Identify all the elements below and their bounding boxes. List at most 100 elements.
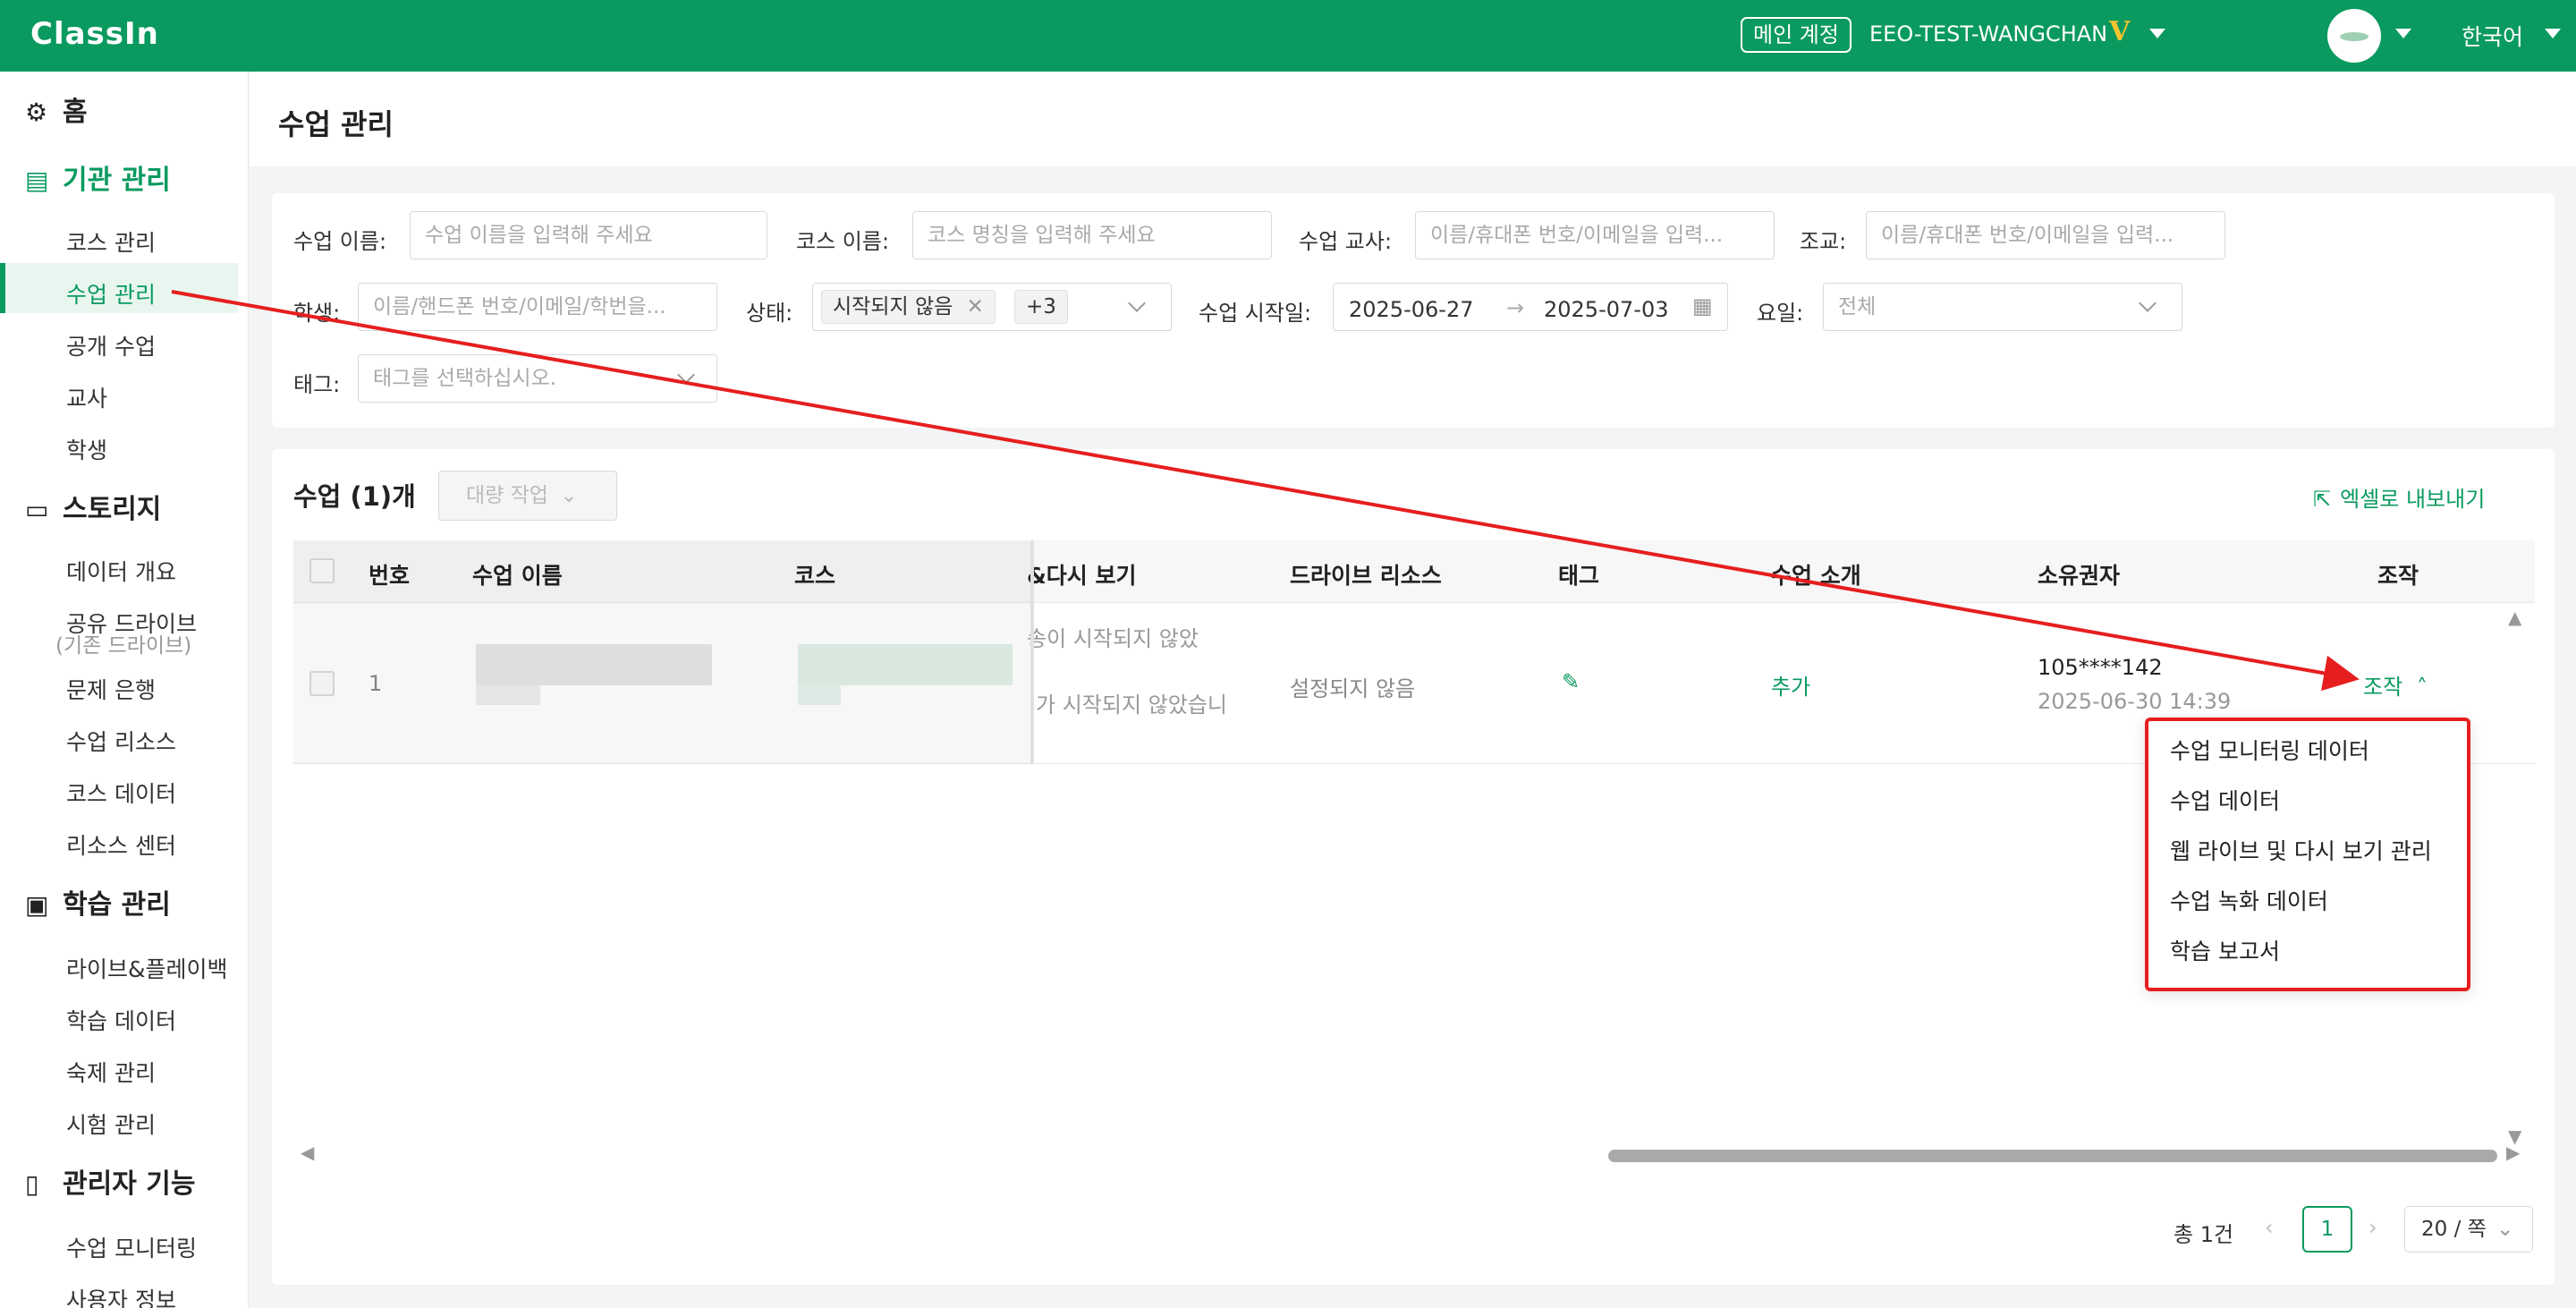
sidebar-item-homework[interactable]: 숙제 관리 bbox=[66, 1056, 156, 1088]
sidebar-item-resource-center[interactable]: 리소스 센터 bbox=[66, 828, 176, 861]
col-action: 조작 bbox=[2377, 563, 2419, 589]
admin-icon: ▯ bbox=[25, 1169, 39, 1199]
sidebar-item-legacy-drive: (기존 드라이브) bbox=[55, 634, 192, 658]
sidebar-item-lesson-monitoring[interactable]: 수업 모니터링 bbox=[66, 1231, 197, 1263]
menu-item-lesson-data[interactable]: 수업 데이터 bbox=[2170, 784, 2280, 816]
sidebar-item-open-lesson[interactable]: 공개 수업 bbox=[66, 329, 156, 361]
lesson-name-label: 수업 이름: bbox=[293, 229, 387, 254]
start-date-to[interactable]: 2025-07-03 bbox=[1544, 297, 1668, 322]
chevron-down-icon: ⌄ bbox=[2496, 1218, 2514, 1241]
page-title: 수업 관리 bbox=[278, 107, 394, 141]
filter-panel: 수업 이름: 수업 이름을 입력해 주세요 코스 이름: 코스 명칭을 입력해 … bbox=[272, 193, 2555, 428]
chevron-down-icon: ⌄ bbox=[560, 484, 578, 507]
status-label: 상태: bbox=[746, 301, 793, 326]
fixed-columns-shadow bbox=[293, 540, 1034, 764]
prev-page-icon[interactable]: ‹ bbox=[2265, 1215, 2274, 1240]
export-icon: ⇱ bbox=[2313, 487, 2332, 512]
page-size-select[interactable]: 20 / 쪽 ⌄ bbox=[2404, 1206, 2533, 1253]
student-label: 학생: bbox=[293, 301, 341, 326]
scrollbar-thumb[interactable] bbox=[1608, 1150, 2497, 1162]
replay-status-1: 송이 시작되지 않았 bbox=[1027, 626, 1199, 651]
page-header: 수업 관리 bbox=[250, 72, 2576, 166]
owner-id: 105****142 bbox=[2038, 655, 2163, 680]
col-tag: 태그 bbox=[1558, 563, 1600, 589]
scroll-left-icon[interactable]: ◀ bbox=[301, 1142, 314, 1163]
status-chip[interactable]: 시작되지 않음 ✕ bbox=[821, 290, 996, 324]
id-card-icon: ▣ bbox=[25, 890, 49, 920]
sidebar-item-data-overview[interactable]: 데이터 개요 bbox=[66, 555, 176, 587]
action-toggle[interactable]: 조작 ˄ bbox=[2363, 669, 2428, 701]
course-name-input[interactable]: 코스 명칭을 입력해 주세요 bbox=[912, 211, 1272, 259]
sidebar-home[interactable]: ⚙ 홈 bbox=[25, 89, 88, 129]
classin-logo[interactable]: ClassIn bbox=[30, 16, 159, 52]
course-name-label: 코스 이름: bbox=[796, 229, 890, 254]
sidebar-group-learning[interactable]: ▣ 학습 관리 bbox=[25, 882, 171, 922]
teacher-label: 수업 교사: bbox=[1299, 229, 1393, 254]
menu-item-recording-data[interactable]: 수업 녹화 데이터 bbox=[2170, 884, 2328, 916]
lesson-name-input[interactable]: 수업 이름을 입력해 주세요 bbox=[410, 211, 767, 259]
sidebar-item-exam[interactable]: 시험 관리 bbox=[66, 1108, 156, 1140]
sidebar-item-live-playback[interactable]: 라이브&플레이백 bbox=[66, 952, 228, 984]
next-page-icon[interactable]: › bbox=[2368, 1215, 2377, 1240]
sidebar-item-user-info[interactable]: 사용자 정보 bbox=[66, 1283, 176, 1308]
account-name[interactable]: EEO-TEST-WANGCHAN bbox=[1869, 21, 2107, 47]
pagination-total: 총 1건 bbox=[2174, 1222, 2234, 1247]
sidebar-item-course-data[interactable]: 코스 데이터 bbox=[66, 777, 176, 809]
scroll-right-icon[interactable]: ▶ bbox=[2506, 1142, 2520, 1163]
sidebar-item-teacher[interactable]: 교사 bbox=[66, 381, 107, 413]
teacher-input[interactable]: 이름/휴대폰 번호/이메일을 입력... bbox=[1415, 211, 1775, 259]
start-date-from[interactable]: 2025-06-27 bbox=[1349, 297, 1473, 322]
sidebar-item-question-bank[interactable]: 문제 은행 bbox=[66, 673, 156, 705]
language-selector[interactable]: 한국어 bbox=[2462, 20, 2523, 52]
sidebar-item-course[interactable]: 코스 관리 bbox=[66, 225, 156, 258]
col-replay: &다시 보기 bbox=[1027, 563, 1137, 589]
calendar-icon[interactable]: ▦ bbox=[1692, 293, 1713, 319]
scroll-up-icon[interactable]: ▲ bbox=[2508, 607, 2521, 628]
student-input[interactable]: 이름/핸드폰 번호/이메일/학번을... bbox=[358, 283, 717, 331]
export-excel-link[interactable]: ⇱ 엑셀로 내보내기 bbox=[2313, 481, 2485, 513]
sidebar-item-lesson-resource[interactable]: 수업 리소스 bbox=[66, 725, 176, 757]
chip-close-icon[interactable]: ✕ bbox=[967, 295, 984, 319]
col-drive-resource: 드라이브 리소스 bbox=[1290, 563, 1442, 589]
chevron-up-icon: ˄ bbox=[2416, 675, 2428, 700]
menu-item-monitoring-data[interactable]: 수업 모니터링 데이터 bbox=[2170, 734, 2369, 766]
weekday-label: 요일: bbox=[1757, 301, 1804, 326]
bulk-action-button[interactable]: 대량 작업 ⌄ bbox=[438, 471, 617, 521]
folder-icon: ▭ bbox=[25, 495, 49, 524]
sidebar: ⚙ 홈 ▤ 기관 관리 코스 관리 수업 관리 공개 수업 교사 학생 ▭ 스토리지 … bbox=[0, 72, 249, 1308]
start-date-label: 수업 시작일: bbox=[1199, 301, 1312, 326]
status-more-chip: +3 bbox=[1014, 290, 1068, 324]
tag-select[interactable]: 태그를 선택하십시오. bbox=[358, 354, 717, 403]
lesson-count-title: 수업 (1)개 bbox=[293, 481, 416, 512]
drive-status: 설정되지 않음 bbox=[1290, 676, 1416, 701]
sidebar-group-org[interactable]: ▤ 기관 관리 bbox=[25, 157, 171, 197]
date-arrow: → bbox=[1506, 295, 1525, 320]
col-intro: 수업 소개 bbox=[1771, 563, 1861, 589]
sidebar-group-storage[interactable]: ▭ 스토리지 bbox=[25, 487, 161, 526]
col-owner: 소유권자 bbox=[2038, 563, 2121, 589]
add-intro-link[interactable]: 추가 bbox=[1771, 669, 1810, 701]
dashboard-icon: ⚙ bbox=[25, 98, 48, 127]
avatar-dropdown-icon[interactable] bbox=[2395, 29, 2411, 38]
tag-label: 태그: bbox=[293, 372, 341, 397]
sidebar-item-learning-data[interactable]: 학습 데이터 bbox=[66, 1004, 176, 1036]
calendar-icon: ▤ bbox=[25, 166, 49, 195]
menu-item-learning-report[interactable]: 학습 보고서 bbox=[2170, 934, 2280, 966]
vip-icon: V bbox=[2109, 16, 2131, 47]
assistant-input[interactable]: 이름/휴대폰 번호/이메일을 입력... bbox=[1866, 211, 2225, 259]
menu-item-web-live-replay[interactable]: 웹 라이브 및 다시 보기 관리 bbox=[2170, 834, 2432, 866]
sidebar-group-admin[interactable]: ▯ 관리자 기능 bbox=[25, 1161, 195, 1201]
main-account-badge: 메인 계정 bbox=[1741, 17, 1852, 53]
weekday-select[interactable]: 전체 bbox=[1823, 283, 2182, 331]
page-1-button[interactable]: 1 bbox=[2302, 1206, 2352, 1253]
avatar[interactable] bbox=[2327, 9, 2381, 63]
edit-tag-icon[interactable]: ✎ bbox=[1562, 669, 1580, 694]
horizontal-scrollbar[interactable]: ◀ ▶ bbox=[293, 1142, 2521, 1165]
owner-time: 2025-06-30 14:39 bbox=[2038, 689, 2232, 714]
sidebar-item-student[interactable]: 학생 bbox=[66, 433, 107, 465]
language-dropdown-icon[interactable] bbox=[2545, 29, 2561, 38]
sidebar-item-lesson[interactable]: 수업 관리 bbox=[66, 277, 156, 310]
top-bar: ClassIn 메인 계정 EEO-TEST-WANGCHAN V 한국어 bbox=[0, 0, 2576, 72]
account-dropdown-icon[interactable] bbox=[2149, 29, 2165, 38]
replay-status-2: 가 시작되지 않았습니 bbox=[1036, 692, 1227, 718]
